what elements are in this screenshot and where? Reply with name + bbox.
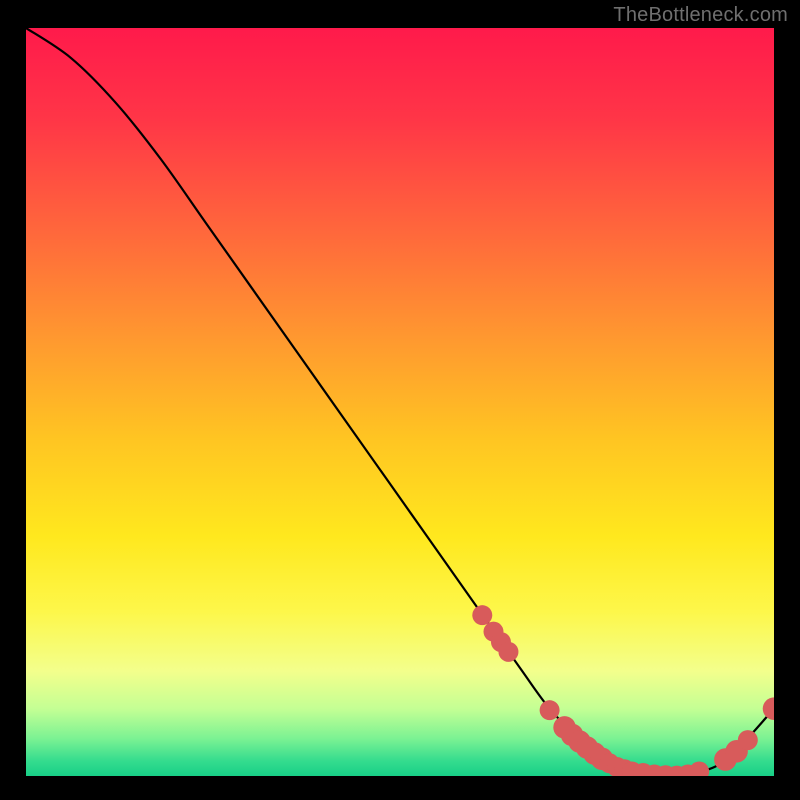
data-point [498,642,518,662]
plot-area [26,28,774,776]
data-point [738,730,758,750]
watermark-text: TheBottleneck.com [613,4,788,27]
data-point [540,700,560,720]
data-point [472,605,492,625]
chart-svg [26,28,774,776]
chart-frame: TheBottleneck.com [0,0,800,800]
gradient-background [26,28,774,776]
